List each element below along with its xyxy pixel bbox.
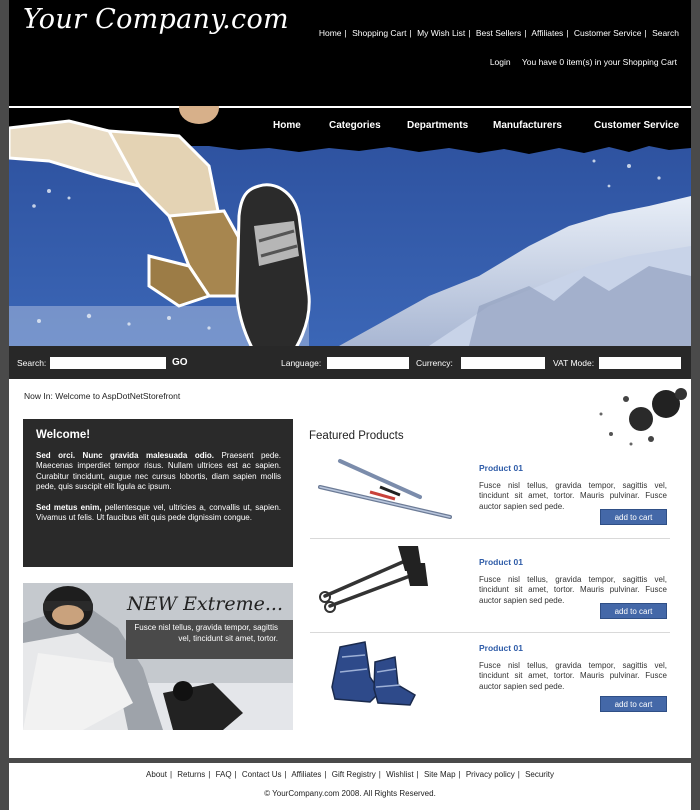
footer-links: About | Returns | FAQ | Contact Us | Affilia… xyxy=(146,770,554,779)
copyright: © YourCompany.com 2008. All Rights Reser… xyxy=(264,789,436,798)
product-card: Product 01 Fusce nisl tellus, gravida te… xyxy=(310,627,670,719)
nav-home[interactable]: Home xyxy=(273,120,329,131)
search-bar: Search: GO Language: Currency: VAT Mode: xyxy=(9,346,691,379)
go-button[interactable]: GO xyxy=(172,357,188,368)
site-header: Your Company.com Home | Shopping Cart | My… xyxy=(9,0,691,106)
nav-departments[interactable]: Departments xyxy=(407,120,493,131)
login-link[interactable]: Login xyxy=(490,57,511,67)
product-card: Product 01 Fusce nisl tellus, gravida te… xyxy=(310,541,670,633)
cart-status[interactable]: You have 0 item(s) in your Shopping Cart xyxy=(522,57,677,67)
hero-banner: Home Categories Departments Manufacturer… xyxy=(9,106,691,346)
product-name[interactable]: Product 01 xyxy=(479,463,523,473)
product-name[interactable]: Product 01 xyxy=(479,643,523,653)
main-content: Now In: Welcome to AspDotNetStorefront W… xyxy=(9,379,691,758)
top-link-affiliates[interactable]: Affiliates xyxy=(531,28,563,38)
product-description: Fusce nisl tellus, gravida tempor, sagit… xyxy=(479,481,667,511)
breadcrumb-location[interactable]: Welcome to AspDotNetStorefront xyxy=(55,391,180,401)
top-link-search[interactable]: Search xyxy=(652,28,679,38)
promo-title: NEW Extreme... xyxy=(127,593,283,615)
footer-link-about[interactable]: About xyxy=(146,770,167,779)
currency-select[interactable] xyxy=(461,357,545,369)
welcome-title: Welcome! xyxy=(36,429,91,441)
breadcrumb-prefix: Now In: xyxy=(24,391,53,401)
skis-image[interactable] xyxy=(310,447,460,535)
vat-mode-label: VAT Mode: xyxy=(553,358,595,368)
main-nav: Home Categories Departments Manufacturer… xyxy=(273,120,679,131)
footer-link-contact-us[interactable]: Contact Us xyxy=(242,770,282,779)
nav-manufacturers[interactable]: Manufacturers xyxy=(493,120,594,131)
product-name[interactable]: Product 01 xyxy=(479,557,523,567)
footer-link-wishlist[interactable]: Wishlist xyxy=(386,770,414,779)
top-link-wish-list[interactable]: My Wish List xyxy=(417,28,465,38)
language-select[interactable] xyxy=(327,357,409,369)
footer-link-returns[interactable]: Returns xyxy=(177,770,205,779)
top-link-best-sellers[interactable]: Best Sellers xyxy=(476,28,521,38)
footer-link-affiliates[interactable]: Affiliates xyxy=(291,770,321,779)
welcome-paragraph-1: Sed orci. Nunc gravida malesuada odio. P… xyxy=(36,451,281,492)
welcome-box: Welcome! Sed orci. Nunc gravida malesuad… xyxy=(23,419,293,567)
ski-poles-image[interactable] xyxy=(310,541,460,629)
top-links: Home | Shopping Cart | My Wish List | Best … xyxy=(318,28,679,38)
site-footer: About | Returns | FAQ | Contact Us | Affilia… xyxy=(9,763,691,810)
add-to-cart-button[interactable]: add to cart xyxy=(600,603,667,619)
add-to-cart-button[interactable]: add to cart xyxy=(600,696,667,712)
product-card: Product 01 Fusce nisl tellus, gravida te… xyxy=(310,447,670,539)
add-to-cart-button[interactable]: add to cart xyxy=(600,509,667,525)
footer-link-privacy-policy[interactable]: Privacy policy xyxy=(466,770,515,779)
top-link-home[interactable]: Home xyxy=(319,28,342,38)
product-description: Fusce nisl tellus, gravida tempor, sagit… xyxy=(479,661,667,691)
top-link-shopping-cart[interactable]: Shopping Cart xyxy=(352,28,406,38)
promo-banner[interactable]: NEW Extreme... Fusce nisl tellus, gravid… xyxy=(23,583,293,730)
currency-label: Currency: xyxy=(416,358,453,368)
ski-boots-image[interactable] xyxy=(310,627,460,715)
welcome-paragraph-2: Sed metus enim, pellentesque vel, ultric… xyxy=(36,503,281,523)
login-line: Login You have 0 item(s) in your Shoppin… xyxy=(490,57,677,67)
breadcrumb: Now In: Welcome to AspDotNetStorefront xyxy=(24,391,180,401)
rider-helmet-icon xyxy=(179,106,219,124)
footer-link-site-map[interactable]: Site Map xyxy=(424,770,456,779)
vat-mode-select[interactable] xyxy=(599,357,681,369)
promo-text-box: Fusce nisl tellus, gravida tempor, sagit… xyxy=(126,620,293,659)
footer-link-gift-registry[interactable]: Gift Registry xyxy=(332,770,376,779)
product-description: Fusce nisl tellus, gravida tempor, sagit… xyxy=(479,575,667,605)
footer-link-faq[interactable]: FAQ xyxy=(216,770,232,779)
promo-text: Fusce nisl tellus, gravida tempor, sagit… xyxy=(134,623,278,643)
nav-categories[interactable]: Categories xyxy=(329,120,407,131)
top-link-customer-service[interactable]: Customer Service xyxy=(574,28,642,38)
search-input[interactable] xyxy=(50,357,166,369)
language-label: Language: xyxy=(281,358,322,368)
snowboarder-mountain-illustration xyxy=(9,106,691,346)
search-label: Search: xyxy=(17,358,47,368)
nav-customer-service[interactable]: Customer Service xyxy=(594,120,679,131)
footer-link-security[interactable]: Security xyxy=(525,770,554,779)
featured-products-title: Featured Products xyxy=(309,430,404,442)
company-logo[interactable]: Your Company.com xyxy=(23,4,289,35)
